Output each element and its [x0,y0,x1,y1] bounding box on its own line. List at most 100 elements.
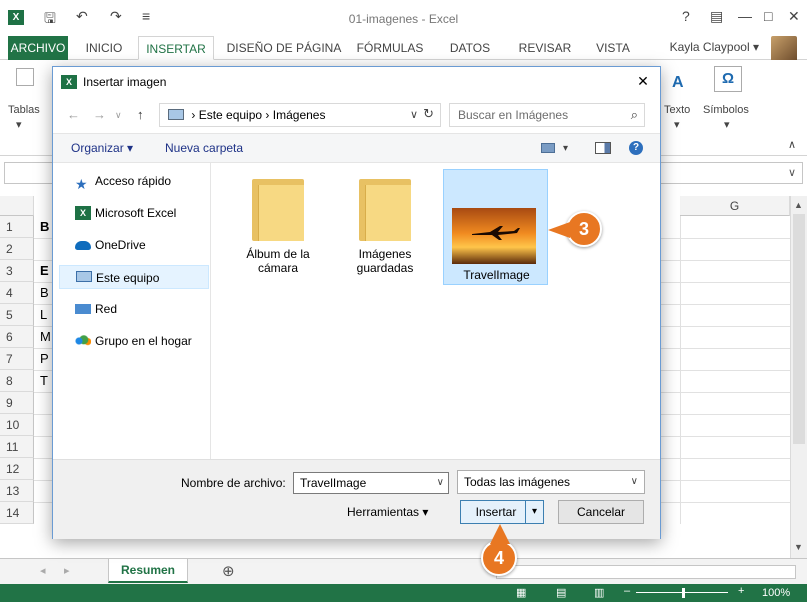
zoom-out-button[interactable]: – [624,585,630,597]
page-layout-icon[interactable]: ▤ [556,586,566,599]
insert-button[interactable]: Insertar ▾ [460,500,544,524]
file-travelimage[interactable]: TravelImage [443,169,548,285]
row-header[interactable]: 12 [0,458,34,480]
help-icon[interactable]: ? [629,141,643,155]
cell-a8[interactable]: T [40,370,48,392]
address-dropdown-icon[interactable]: ∨ [410,108,418,121]
nav-item-microsoft-excel[interactable]: X Microsoft Excel [59,201,209,225]
table-icon[interactable] [16,68,34,86]
cell-a5[interactable]: L [40,304,47,326]
next-sheet-icon[interactable]: ▸ [64,564,70,577]
row-header[interactable]: 1 [0,216,34,238]
expand-formula-icon[interactable]: ∨ [788,166,796,179]
folder-imagenes-guardadas[interactable]: Imágenes guardadas [337,171,433,283]
normal-view-icon[interactable]: ▦ [516,586,526,599]
minimize-button[interactable]: — [738,8,752,24]
new-folder-button[interactable]: Nueva carpeta [165,141,243,155]
nav-item-acceso-rapido[interactable]: ★ Acceso rápido [59,169,209,193]
search-icon[interactable]: ⌕ [631,107,638,123]
insert-options-caret-icon[interactable]: ▾ [525,501,543,523]
breadcrumb-este-equipo[interactable]: Este equipo [199,108,262,122]
page-break-icon[interactable]: ▥ [594,586,604,599]
row-header[interactable]: 14 [0,502,34,524]
preview-pane-icon[interactable] [595,142,611,154]
up-arrow-icon[interactable]: ↑ [137,107,144,122]
row-header[interactable]: 6 [0,326,34,348]
add-sheet-icon[interactable]: ⊕ [222,562,235,580]
nav-item-este-equipo[interactable]: Este equipo [59,265,209,289]
text-group-label[interactable]: Texto [664,104,690,116]
view-options-caret-icon[interactable]: ▾ [563,143,568,154]
row-header[interactable]: 13 [0,480,34,502]
cancel-button[interactable]: Cancelar [558,500,644,524]
scroll-thumb[interactable] [793,214,805,444]
row-header[interactable]: 11 [0,436,34,458]
tab-insertar[interactable]: INSERTAR [138,36,214,60]
user-name[interactable]: Kayla Claypool ▾ [670,40,759,54]
row-header[interactable]: 9 [0,392,34,414]
forward-arrow-icon[interactable]: → [93,107,106,122]
ribbon-display-button[interactable]: ▤ [710,8,723,25]
tab-formulas[interactable]: FÓRMULAS [350,36,430,60]
tables-group-label[interactable]: Tablas [8,104,40,116]
folder-album-camara[interactable]: Álbum de la cámara [230,171,326,283]
close-button[interactable]: ✕ [788,8,800,25]
row-header[interactable]: 7 [0,348,34,370]
row-header[interactable]: 5 [0,304,34,326]
refresh-icon[interactable]: ↻ [423,106,434,122]
vertical-scrollbar[interactable]: ▲ ▼ [790,196,807,558]
row-header[interactable]: 2 [0,238,34,260]
select-all-corner[interactable] [0,196,34,216]
breadcrumb-imagenes[interactable]: Imágenes [273,108,326,122]
zoom-level[interactable]: 100% [762,587,790,599]
address-bar[interactable]: › Este equipo › Imágenes ∨ ↻ [159,103,441,127]
column-header-g[interactable]: G [680,196,790,216]
filename-dropdown-icon[interactable]: ∨ [437,477,444,488]
scroll-down-icon[interactable]: ▼ [794,542,803,552]
tab-vista[interactable]: VISTA [584,36,642,60]
filename-input[interactable]: TravelImage ∨ [293,472,449,494]
search-input[interactable]: Buscar en Imágenes ⌕ [449,103,645,127]
cell-a7[interactable]: P [40,348,49,370]
avatar[interactable] [771,36,797,62]
maximize-button[interactable]: □ [764,8,772,24]
file-type-dropdown-icon[interactable]: ∨ [631,476,638,487]
prev-sheet-icon[interactable]: ◂ [40,564,46,577]
help-button[interactable]: ? [682,8,690,24]
omega-icon[interactable]: Ω [714,66,742,92]
zoom-in-button[interactable]: + [738,585,744,597]
tools-button[interactable]: Herramientas ▾ [347,505,428,519]
row-header[interactable]: 10 [0,414,34,436]
textbox-icon[interactable]: A [672,74,684,92]
symbols-group-label[interactable]: Símbolos [703,104,749,116]
cell-a4[interactable]: B [40,282,49,304]
tab-diseno-pagina[interactable]: DISEÑO DE PÁGINA [222,36,346,60]
row-header[interactable]: 8 [0,370,34,392]
tab-archivo[interactable]: ARCHIVO [8,36,68,60]
scroll-up-icon[interactable]: ▲ [794,200,803,210]
horizontal-scrollbar[interactable] [496,565,796,579]
sheet-tab-resumen[interactable]: Resumen [108,559,188,583]
back-arrow-icon[interactable]: ← [67,107,80,122]
nav-item-red[interactable]: Red [59,297,209,321]
text-caret-icon[interactable]: ▾ [674,118,680,131]
zoom-thumb[interactable] [682,588,685,598]
symbols-caret-icon[interactable]: ▾ [724,118,730,131]
cell-a1[interactable]: B [40,216,49,238]
tab-datos[interactable]: DATOS [440,36,500,60]
change-view-icon[interactable] [541,143,555,153]
tab-revisar[interactable]: REVISAR [510,36,580,60]
cell-a3[interactable]: E [40,260,49,282]
recent-locations-icon[interactable]: ∨ [115,110,122,121]
file-type-select[interactable]: Todas las imágenes ∨ [457,470,645,494]
row-header[interactable]: 4 [0,282,34,304]
nav-item-grupo-hogar[interactable]: Grupo en el hogar [59,329,209,353]
nav-item-onedrive[interactable]: OneDrive [59,233,209,257]
organize-button[interactable]: Organizar ▾ [71,141,133,155]
dialog-close-button[interactable]: ✕ [632,71,654,91]
tables-caret-icon[interactable]: ▾ [16,118,22,131]
cell-a6[interactable]: M [40,326,51,348]
row-header[interactable]: 3 [0,260,34,282]
tab-inicio[interactable]: INICIO [72,36,136,60]
collapse-ribbon-icon[interactable]: ∧ [788,138,796,151]
